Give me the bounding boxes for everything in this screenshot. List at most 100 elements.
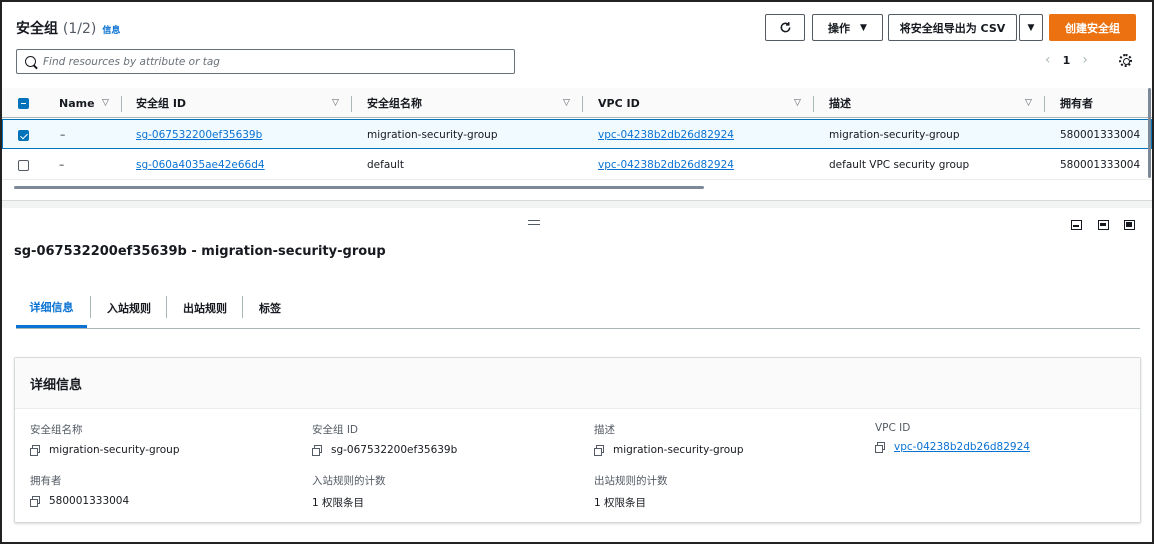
sort-icon[interactable]: ▽ [794, 98, 801, 108]
export-options-button[interactable]: ▼ [1019, 14, 1043, 41]
details-card-header: 详细信息 [15, 358, 1140, 409]
copy-icon[interactable] [30, 496, 40, 507]
detail-title: sg-067532200ef35639b - migration-securit… [14, 244, 386, 259]
field-value: migration-security-group [594, 444, 744, 456]
field-value: 580001333004 [30, 495, 129, 507]
panel-layout-side-icon[interactable] [1098, 220, 1109, 230]
copy-icon[interactable] [594, 445, 604, 456]
tab-inbound-rules[interactable]: 入站规则 [107, 289, 151, 327]
current-page[interactable]: 1 [1063, 54, 1071, 67]
tab-outbound-rules[interactable]: 出站规则 [183, 289, 227, 327]
field-label: 安全组 ID [312, 424, 359, 436]
vpc-id-link[interactable]: vpc-04238b2db26d82924 [894, 441, 1030, 453]
field-vpc-id: VPC ID vpc-04238b2db26d82924 [875, 422, 1030, 453]
sort-icon[interactable]: ▽ [1025, 98, 1032, 108]
tab-details[interactable]: 详细信息 [16, 289, 87, 328]
column-header-vpc-id[interactable]: VPC ID [598, 88, 640, 118]
search-input[interactable] [43, 55, 503, 68]
column-separator[interactable] [121, 96, 122, 112]
info-link[interactable]: 信息 [102, 23, 120, 36]
copy-icon[interactable] [30, 445, 40, 456]
field-label: VPC ID [875, 422, 911, 434]
cell-sg-id: sg-060a4035ae42e66d4 [136, 150, 265, 180]
outbound-count-value: 1 权限条目 [594, 497, 647, 509]
table-row[interactable]: – sg-060a4035ae42e66d4 default vpc-04238… [2, 150, 1152, 180]
field-description: 描述 migration-security-group [594, 422, 744, 456]
tab-separator [242, 296, 243, 318]
page-title-text: 安全组 [16, 21, 58, 37]
field-inbound-count: 入站规则的计数 1 权限条目 [312, 473, 386, 510]
search-box[interactable] [16, 49, 515, 74]
chevron-left-icon[interactable]: ‹ [1045, 52, 1051, 68]
table-header: Name ▽ 安全组 ID ▽ 安全组名称 ▽ VPC ID ▽ 描述 ▽ 拥有… [2, 88, 1152, 118]
tab-separator [90, 296, 91, 318]
actions-label: 操作 [828, 21, 851, 35]
field-sg-name: 安全组名称 migration-security-group [30, 422, 180, 456]
panel-header: 安全组 (1/2) 信息 [16, 18, 120, 38]
cell-owner: 580001333004 [1060, 129, 1141, 141]
inbound-count-value: 1 权限条目 [312, 497, 365, 509]
row-checkbox[interactable] [18, 129, 29, 141]
refresh-icon [780, 22, 790, 33]
cell-sg-name: migration-security-group [367, 129, 498, 141]
detail-tabs: 详细信息 入站规则 出站规则 标签 [16, 289, 1140, 329]
actions-dropdown-button[interactable]: 操作 ▼ [812, 14, 883, 41]
create-security-group-button[interactable]: 创建安全组 [1049, 14, 1136, 41]
field-label: 描述 [594, 424, 615, 436]
settings-gear-icon[interactable] [1119, 54, 1132, 67]
cell-name: – [60, 129, 66, 141]
sg-id-link[interactable]: sg-067532200ef35639b [136, 129, 262, 141]
column-separator[interactable] [813, 96, 814, 112]
cell-description: migration-security-group [829, 129, 960, 141]
field-label: 安全组名称 [30, 424, 83, 436]
tab-tags[interactable]: 标签 [259, 289, 281, 327]
horizontal-scrollbar[interactable] [14, 186, 704, 189]
field-value: 1 权限条目 [312, 495, 386, 510]
table-row[interactable]: – sg-067532200ef35639b migration-securit… [2, 119, 1152, 149]
tab-separator [166, 296, 167, 318]
sg-name-value: migration-security-group [49, 444, 180, 456]
caret-down-icon: ▼ [1027, 22, 1035, 33]
chevron-right-icon[interactable]: › [1082, 52, 1088, 68]
cell-owner: 580001333004 [1060, 159, 1141, 171]
column-separator[interactable] [1044, 96, 1045, 112]
cell-name: – [59, 159, 65, 171]
row-checkbox[interactable] [18, 159, 29, 171]
column-separator[interactable] [351, 96, 352, 112]
column-header-name[interactable]: Name [59, 88, 95, 118]
drag-handle-icon[interactable] [528, 220, 540, 225]
cell-description: default VPC security group [829, 159, 970, 171]
sort-icon[interactable]: ▽ [102, 98, 109, 108]
field-label: 出站规则的计数 [594, 475, 668, 487]
column-separator[interactable] [582, 96, 583, 112]
app-frame: 安全组 (1/2) 信息 操作 ▼ 将安全组导出为 CSV ▼ 创建安全组 ‹ … [0, 0, 1154, 544]
sort-icon[interactable]: ▽ [563, 98, 570, 108]
field-value: 1 权限条目 [594, 495, 668, 510]
pagination: ‹ 1 › [1045, 52, 1088, 68]
details-card: 详细信息 安全组名称 migration-security-group 安全组 … [14, 357, 1141, 523]
details-card-title: 详细信息 [30, 378, 83, 393]
row-select-cell [18, 120, 29, 150]
column-header-sg-id[interactable]: 安全组 ID [136, 88, 186, 118]
column-header-description[interactable]: 描述 [829, 88, 851, 118]
panel-layout-full-icon[interactable] [1124, 220, 1135, 230]
select-all-cell [18, 88, 29, 118]
column-header-owner[interactable]: 拥有者 [1060, 88, 1093, 118]
copy-icon[interactable] [875, 442, 885, 453]
sort-icon[interactable]: ▽ [332, 98, 339, 108]
field-owner: 拥有者 580001333004 [30, 473, 129, 507]
column-header-sg-name[interactable]: 安全组名称 [367, 88, 422, 118]
select-all-checkbox[interactable] [18, 97, 29, 109]
sg-id-link[interactable]: sg-060a4035ae42e66d4 [136, 159, 265, 171]
panel-layout-bottom-icon[interactable] [1071, 220, 1082, 230]
page-title: 安全组 (1/2) [16, 18, 96, 38]
export-csv-button[interactable]: 将安全组导出为 CSV [888, 14, 1017, 41]
vpc-id-link[interactable]: vpc-04238b2db26d82924 [598, 159, 734, 171]
split-panel-divider[interactable] [2, 200, 1152, 208]
field-label: 入站规则的计数 [312, 475, 386, 487]
vpc-id-link[interactable]: vpc-04238b2db26d82924 [598, 129, 734, 141]
cell-vpc-id: vpc-04238b2db26d82924 [598, 150, 734, 180]
vertical-scrollbar[interactable] [1148, 88, 1151, 178]
refresh-button[interactable] [765, 14, 805, 41]
copy-icon[interactable] [312, 445, 322, 456]
